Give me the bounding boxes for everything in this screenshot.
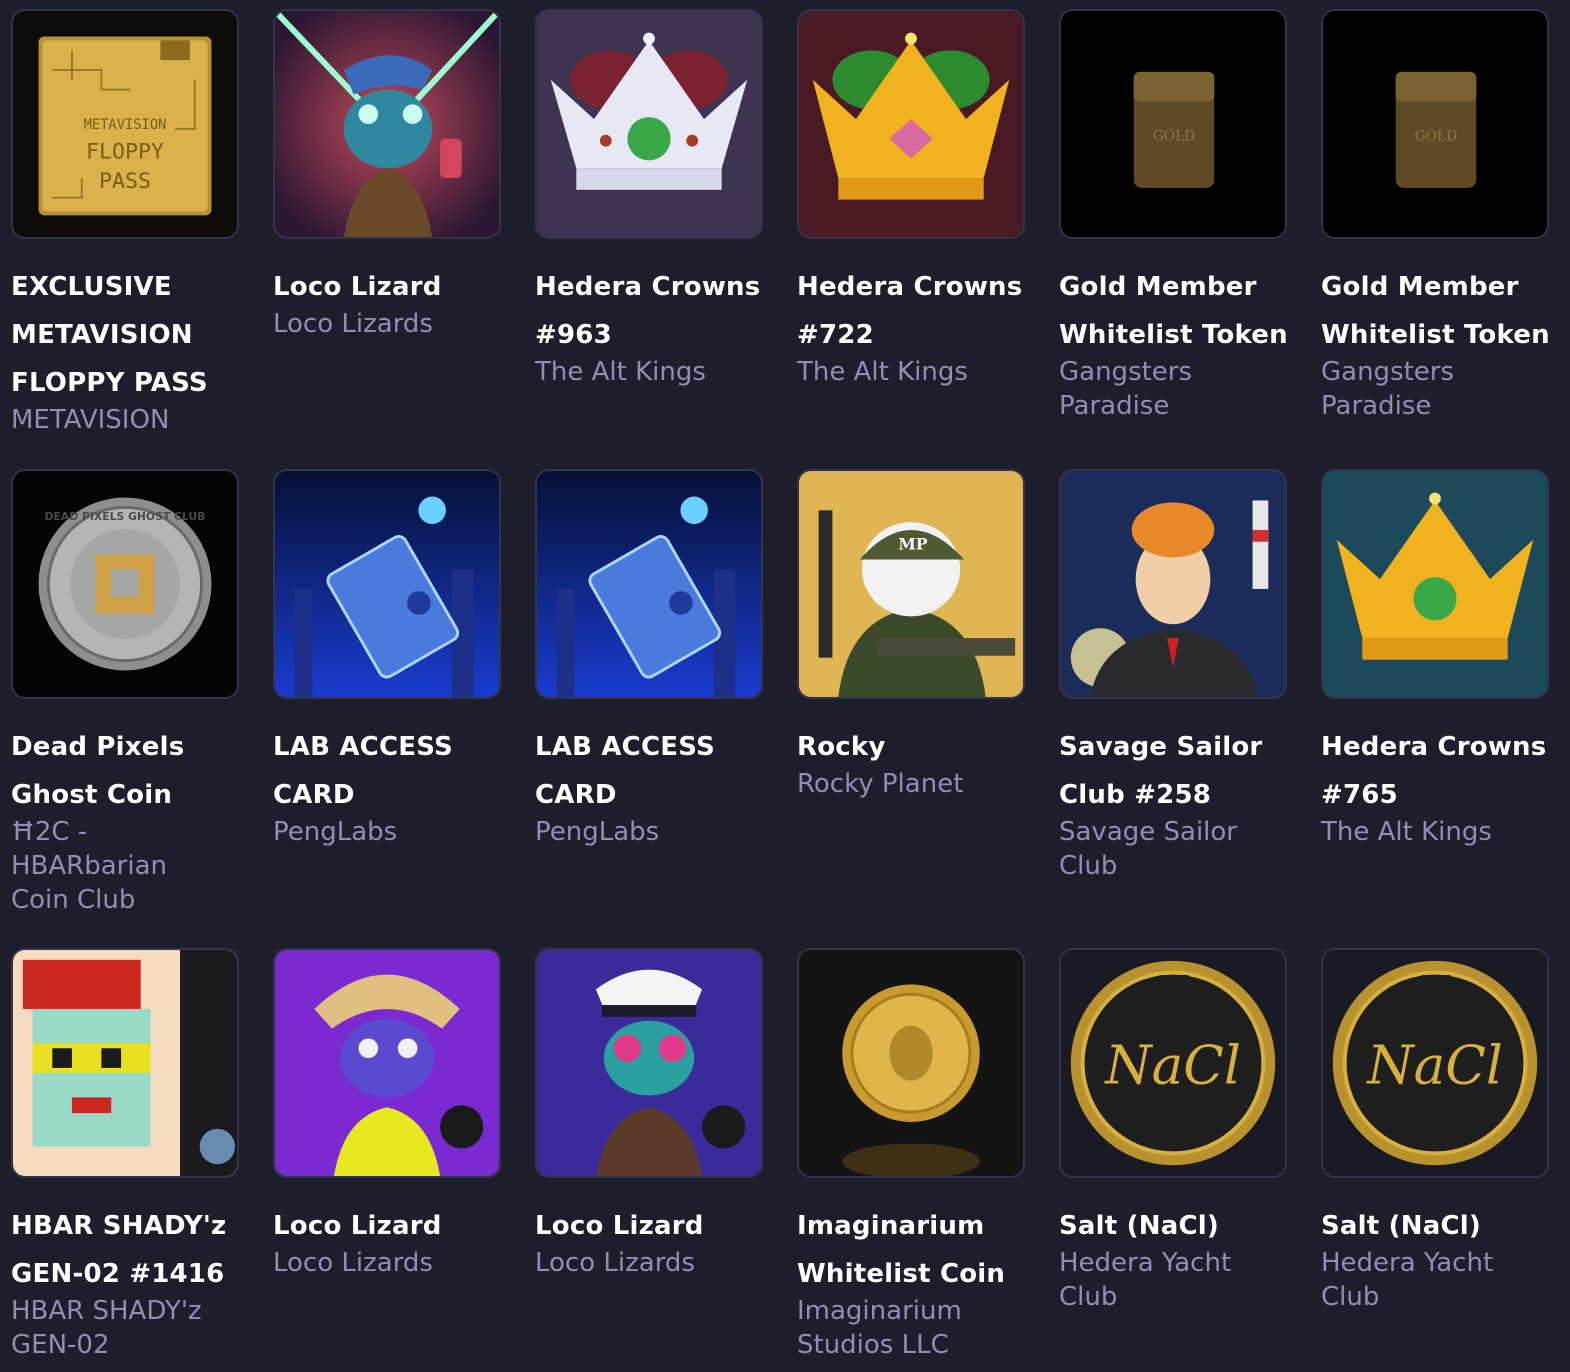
- svg-text:MP: MP: [898, 535, 927, 554]
- nft-collection: Loco Lizards: [273, 309, 433, 339]
- gold-floppy-pass-image: METAVISION FLOPPY PASS: [11, 9, 239, 239]
- pixel-zombie-image: [11, 948, 239, 1178]
- gold-crown-teal-image: [1321, 469, 1549, 699]
- gold-lighter-image: GOLD: [1321, 9, 1549, 239]
- gold-lighter-image: GOLD: [1059, 9, 1287, 239]
- nft-title: Imaginarium Whitelist Coin: [797, 1211, 1006, 1289]
- nft-collection: The Alt Kings: [797, 357, 968, 387]
- nft-card[interactable]: NaCl SALT Salt (NaCl) Hedera Yacht Club: [1321, 948, 1553, 1314]
- nft-title: Loco Lizard: [273, 1211, 442, 1241]
- nft-collection: PengLabs: [273, 817, 398, 847]
- nft-title: Gold Member Whitelist Token: [1059, 272, 1288, 350]
- nft-card[interactable]: METAVISION FLOPPY PASS EXCLUSIVE METAVISI…: [11, 9, 243, 437]
- nft-card[interactable]: DEAD PIXELS GHOST CLUB Dead Pixels Ghost …: [11, 469, 243, 917]
- gold-coin-image: [797, 948, 1025, 1178]
- nft-grid: METAVISION FLOPPY PASS EXCLUSIVE METAVISI…: [0, 0, 1570, 1372]
- nft-card[interactable]: Hedera Crowns #765 The Alt Kings: [1321, 469, 1553, 849]
- nft-title: Loco Lizard: [535, 1211, 704, 1241]
- nft-title: HBAR SHADY'z GEN-02 #1416: [11, 1211, 227, 1289]
- nft-title: Gold Member Whitelist Token: [1321, 272, 1550, 350]
- nft-title: Loco Lizard: [273, 272, 442, 302]
- nft-card[interactable]: NaCl SALT Salt (NaCl) Hedera Yacht Club: [1059, 948, 1291, 1314]
- nft-title: LAB ACCESS CARD: [273, 732, 453, 810]
- svg-text:DEAD PIXELS GHOST CLUB: DEAD PIXELS GHOST CLUB: [45, 510, 206, 523]
- svg-text:NaCl: NaCl: [1103, 1035, 1241, 1097]
- nft-collection: Hedera Yacht Club: [1321, 1248, 1494, 1312]
- nft-title: Rocky: [797, 732, 886, 762]
- nft-collection: HBAR SHADY'z GEN-02: [11, 1296, 202, 1360]
- nft-title: Salt (NaCl): [1059, 1211, 1219, 1241]
- svg-text:FLOPPY: FLOPPY: [86, 139, 164, 164]
- nft-collection: Imaginarium Studios LLC: [797, 1296, 962, 1360]
- svg-text:GOLD: GOLD: [1153, 129, 1195, 145]
- nft-collection: Loco Lizards: [535, 1248, 695, 1278]
- nft-collection: Loco Lizards: [273, 1248, 433, 1278]
- nft-card[interactable]: Loco Lizard Loco Lizards: [273, 948, 505, 1280]
- nft-collection: Hedera Yacht Club: [1059, 1248, 1232, 1312]
- salt-coin-image: NaCl SALT: [1059, 948, 1287, 1178]
- nft-title: Hedera Crowns #765: [1321, 732, 1547, 810]
- nft-collection: Rocky Planet: [797, 769, 964, 799]
- nft-collection: Gangsters Paradise: [1059, 357, 1193, 421]
- floppy-text: METAVISION: [84, 117, 167, 133]
- ghost-coin-image: DEAD PIXELS GHOST CLUB: [11, 469, 239, 699]
- nft-card[interactable]: Loco Lizard Loco Lizards: [535, 948, 767, 1280]
- nft-collection: PengLabs: [535, 817, 660, 847]
- nft-title: Hedera Crowns #963: [535, 272, 761, 350]
- lizard-laser-eyes-image: [273, 9, 501, 239]
- lizard-headdress-image: [273, 948, 501, 1178]
- nft-collection: METAVISION: [11, 405, 170, 435]
- nft-title: Salt (NaCl): [1321, 1211, 1481, 1241]
- svg-text:NaCl: NaCl: [1365, 1035, 1503, 1097]
- nft-card[interactable]: GOLD Gold Member Whitelist Token Gangster…: [1321, 9, 1553, 423]
- svg-text:SALT: SALT: [1419, 972, 1450, 986]
- nft-title: Savage Sailor Club #258: [1059, 732, 1263, 810]
- nft-title: Dead Pixels Ghost Coin: [11, 732, 185, 810]
- nft-card[interactable]: GOLD Gold Member Whitelist Token Gangster…: [1059, 9, 1291, 423]
- nft-card[interactable]: Savage Sailor Club #258 Savage Sailor Club: [1059, 469, 1291, 883]
- nft-title: Hedera Crowns #722: [797, 272, 1023, 350]
- nft-card[interactable]: Loco Lizard Loco Lizards: [273, 9, 505, 341]
- svg-text:SALT: SALT: [1157, 972, 1188, 986]
- nft-card[interactable]: Hedera Crowns #963 The Alt Kings: [535, 9, 767, 389]
- nft-collection: Savage Sailor Club: [1059, 817, 1238, 881]
- rocky-soldier-dog-image: MP: [797, 469, 1025, 699]
- lizard-captain-image: [535, 948, 763, 1178]
- nft-card[interactable]: HBAR SHADY'z GEN-02 #1416 HBAR SHADY'z GEN…: [11, 948, 243, 1362]
- svg-text:GOLD: GOLD: [1415, 129, 1457, 145]
- gold-pixel-crown-image: [797, 9, 1025, 239]
- sailor-portrait-image: [1059, 469, 1287, 699]
- nft-card[interactable]: LAB ACCESS CARD PengLabs: [535, 469, 767, 849]
- nft-collection: Gangsters Paradise: [1321, 357, 1455, 421]
- nft-card[interactable]: Imaginarium Whitelist Coin Imaginarium Stu…: [797, 948, 1029, 1362]
- nft-title: EXCLUSIVE METAVISION FLOPPY PASS: [11, 272, 208, 398]
- nft-collection: Ħ2C - HBARbarian Coin Club: [11, 817, 167, 915]
- nft-collection: The Alt Kings: [1321, 817, 1492, 847]
- lab-access-card-image: [273, 469, 501, 699]
- svg-text:PASS: PASS: [99, 169, 151, 194]
- lab-access-card-image: [535, 469, 763, 699]
- nft-card[interactable]: Hedera Crowns #722 The Alt Kings: [797, 9, 1029, 389]
- nft-card[interactable]: LAB ACCESS CARD PengLabs: [273, 469, 505, 849]
- nft-title: LAB ACCESS CARD: [535, 732, 715, 810]
- nft-card[interactable]: MP Rocky Rocky Planet: [797, 469, 1029, 801]
- nft-collection: The Alt Kings: [535, 357, 706, 387]
- salt-coin-image: NaCl SALT: [1321, 948, 1549, 1178]
- silver-pixel-crown-image: [535, 9, 763, 239]
